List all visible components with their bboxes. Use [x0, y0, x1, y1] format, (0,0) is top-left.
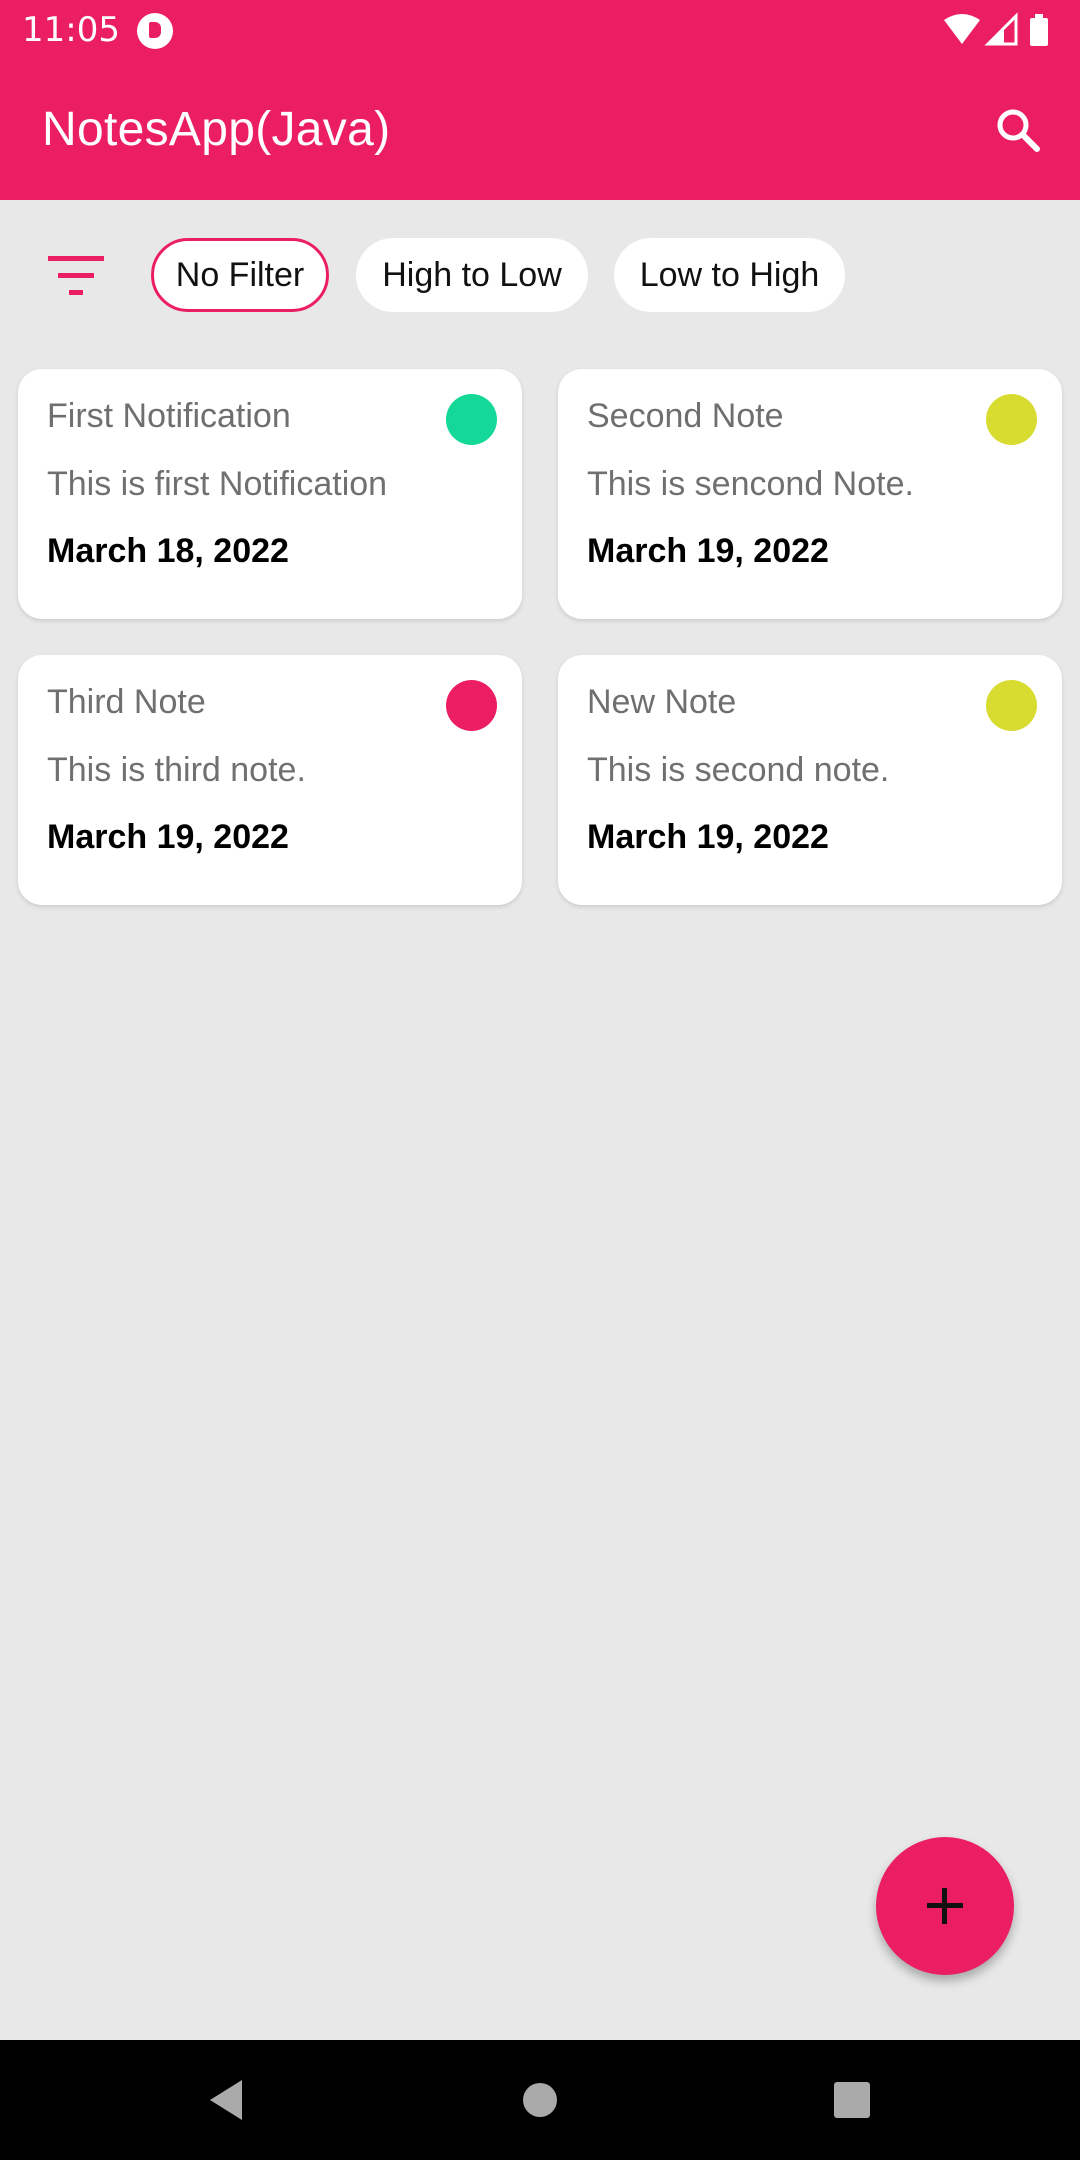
home-button[interactable] — [506, 2066, 574, 2134]
back-button[interactable] — [192, 2066, 260, 2134]
search-button[interactable] — [986, 98, 1050, 162]
chip-low-to-high[interactable]: Low to High — [614, 238, 845, 312]
navigation-bar — [0, 2040, 1080, 2160]
note-card[interactable]: First Notification This is first Notific… — [18, 369, 522, 619]
note-date: March 19, 2022 — [587, 818, 829, 856]
home-icon — [523, 2083, 557, 2117]
app-title: NotesApp(Java) — [42, 103, 391, 156]
status-time: 11:05 — [22, 10, 120, 50]
note-body: This is first Notification — [47, 465, 388, 503]
add-icon — [927, 1888, 963, 1924]
status-icons — [942, 12, 1062, 48]
note-card[interactable]: Second Note This is sencond Note. March … — [558, 369, 1062, 619]
priority-dot — [986, 394, 1037, 445]
note-title: New Note — [587, 683, 737, 721]
chip-high-to-low[interactable]: High to Low — [356, 238, 588, 312]
filter-icon — [48, 256, 104, 295]
note-body: This is sencond Note. — [587, 465, 914, 503]
app-bar: NotesApp(Java) — [0, 60, 1080, 200]
note-date: March 19, 2022 — [47, 818, 289, 856]
note-card[interactable]: New Note This is second note. March 19, … — [558, 655, 1062, 905]
note-date: March 18, 2022 — [47, 532, 289, 570]
note-card[interactable]: Third Note This is third note. March 19,… — [18, 655, 522, 905]
priority-dot — [446, 394, 497, 445]
search-icon — [997, 109, 1040, 152]
priority-dot — [446, 680, 497, 731]
status-bar: 11:05 — [0, 0, 1080, 60]
note-body: This is third note. — [47, 751, 306, 789]
back-icon — [210, 2080, 242, 2120]
wifi-icon — [944, 14, 980, 44]
app-notification-icon — [137, 13, 173, 49]
note-title: Third Note — [47, 683, 206, 721]
note-date: March 19, 2022 — [587, 532, 829, 570]
cellular-icon — [984, 12, 1018, 46]
note-body: This is second note. — [587, 751, 890, 789]
battery-icon — [1030, 14, 1048, 46]
note-title: First Notification — [47, 397, 291, 435]
recents-icon — [834, 2082, 870, 2118]
recents-button[interactable] — [818, 2066, 886, 2134]
chip-no-filter[interactable]: No Filter — [151, 238, 329, 312]
note-title: Second Note — [587, 397, 784, 435]
add-note-button[interactable] — [876, 1837, 1014, 1975]
filter-bar: No Filter High to Low Low to High — [0, 200, 1080, 350]
filter-button[interactable] — [40, 240, 112, 312]
priority-dot — [986, 680, 1037, 731]
